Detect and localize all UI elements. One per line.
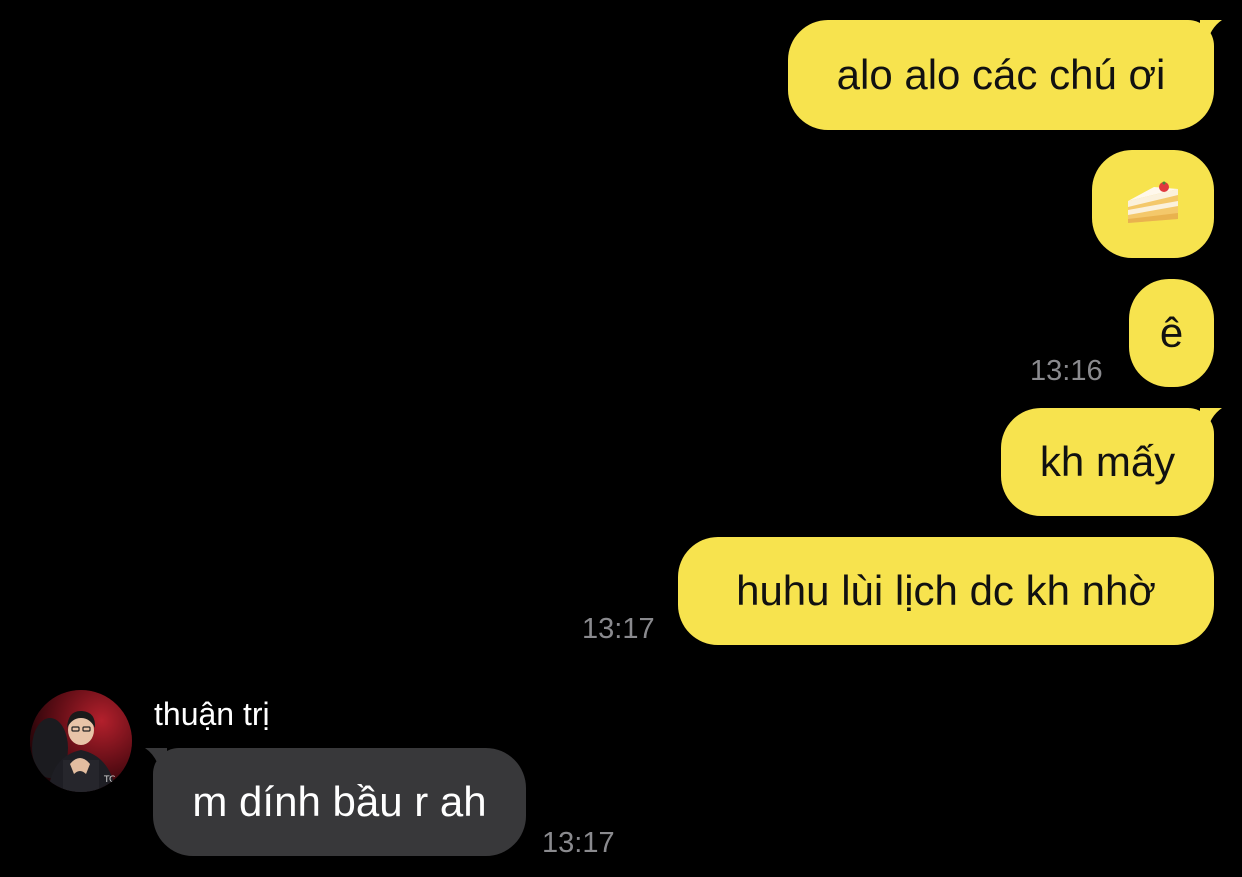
avatar-photo: TC <box>30 690 132 792</box>
message-bubble-outgoing[interactable]: alo alo các chú ơi <box>788 20 1214 130</box>
message-text: m dính bầu r ah <box>192 778 487 825</box>
bubble-tail <box>1200 20 1222 46</box>
sender-avatar[interactable]: TC <box>30 690 132 792</box>
message-timestamp: 13:16 <box>1030 355 1103 387</box>
message-bubble-outgoing[interactable]: kh mấy <box>1001 408 1214 516</box>
message-text: ê <box>1159 309 1184 356</box>
message-timestamp: 13:17 <box>542 827 615 859</box>
sender-name: thuận trị <box>154 696 270 732</box>
bubble-tail <box>145 748 167 774</box>
cake-emoji-icon <box>1128 181 1178 223</box>
message-bubble-outgoing[interactable] <box>1092 150 1214 258</box>
message-bubble-incoming[interactable]: m dính bầu r ah <box>153 748 526 856</box>
message-timestamp: 13:17 <box>582 613 655 645</box>
message-bubble-outgoing[interactable]: ê <box>1129 279 1214 387</box>
chat-thread: alo alo các chú ơi ê 13:16 kh mấy huhu l… <box>0 0 1242 877</box>
message-text: huhu lùi lịch dc kh nhờ <box>736 567 1156 614</box>
svg-text:TC: TC <box>103 775 115 785</box>
message-text: kh mấy <box>1039 438 1176 485</box>
message-text: alo alo các chú ơi <box>836 51 1166 98</box>
message-bubble-outgoing[interactable]: huhu lùi lịch dc kh nhờ <box>678 537 1214 645</box>
bubble-tail <box>1200 408 1222 434</box>
